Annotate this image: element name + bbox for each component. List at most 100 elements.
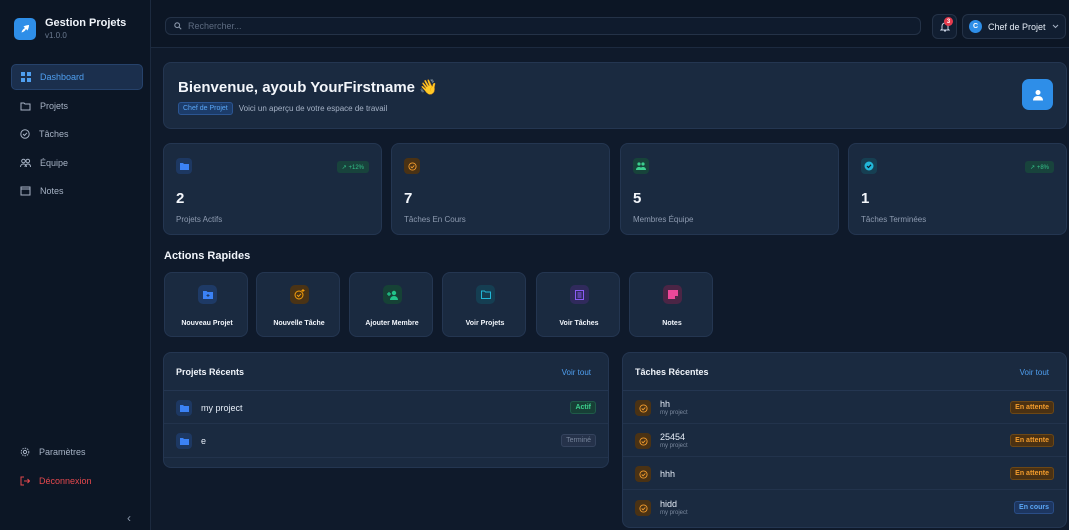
notification-button[interactable]: 3	[932, 14, 957, 39]
sidebar-item-equipe[interactable]: Équipe	[11, 150, 143, 176]
recent-tasks-panel: Tâches Récentes Voir tout hh my project …	[622, 352, 1067, 528]
check-circle-icon	[635, 433, 651, 449]
brand-title: Gestion Projets	[45, 17, 127, 29]
stat-value: 7	[404, 190, 413, 207]
action-label: Notes	[662, 320, 682, 327]
list-item[interactable]: e Terminé	[164, 424, 608, 458]
stat-card-projets-actifs[interactable]: ↗ +12% 2 Projets Actifs	[163, 143, 382, 235]
notes-button[interactable]: Notes	[629, 272, 713, 337]
status-badge: En attente	[1010, 467, 1054, 480]
task-name: hh	[660, 399, 671, 409]
notification-count-badge: 3	[944, 17, 953, 26]
stat-value: 1	[861, 190, 870, 207]
folder-icon	[176, 433, 192, 449]
welcome-banner: Bienvenue, ayoub YourFirstname 👋 Chef de…	[163, 62, 1067, 129]
new-task-button[interactable]: Nouvelle Tâche	[256, 272, 340, 337]
check-plus-icon	[290, 285, 309, 304]
brand[interactable]: Gestion Projets v1.0.0	[14, 14, 126, 41]
status-badge: En attente	[1010, 401, 1054, 414]
panel-header: Tâches Récentes Voir tout	[623, 353, 1066, 391]
project-name: e	[201, 436, 207, 446]
trend-badge: ↗ +12%	[336, 161, 369, 173]
sidebar-item-taches[interactable]: Tâches	[11, 121, 143, 147]
folder-icon	[476, 285, 495, 304]
status-badge: Actif	[570, 401, 596, 414]
action-label: Ajouter Membre	[365, 320, 419, 327]
note-icon	[20, 186, 31, 196]
project-name: my project	[201, 403, 243, 413]
search-input[interactable]	[188, 21, 888, 31]
folder-plus-icon	[198, 285, 217, 304]
user-plus-icon	[383, 285, 402, 304]
add-member-button[interactable]: Ajouter Membre	[349, 272, 433, 337]
stat-label: Membres Équipe	[633, 215, 694, 224]
rocket-icon	[14, 18, 36, 40]
action-label: Voir Tâches	[559, 320, 599, 327]
panel-title: Projets Récents	[176, 367, 245, 377]
collapse-sidebar-button[interactable]: ‹	[127, 511, 131, 525]
stat-card-membres-equipe[interactable]: 5 Membres Équipe	[620, 143, 839, 235]
check-circle-icon	[404, 158, 420, 174]
folder-icon	[176, 158, 192, 174]
task-name: hhh	[660, 469, 676, 479]
search-box[interactable]	[165, 17, 921, 35]
sidebar-item-dashboard[interactable]: Dashboard	[11, 64, 143, 90]
team-icon	[20, 158, 31, 167]
list-item[interactable]: hhh En attente	[623, 457, 1066, 490]
topbar: 3 C Chef de Projet	[151, 0, 1069, 48]
list-item[interactable]: hh my project En attente	[623, 391, 1066, 424]
task-project: my project	[660, 443, 688, 449]
stat-card-taches-terminees[interactable]: ↗ +8% 1 Tâches Terminées	[848, 143, 1067, 235]
sidebar-item-label: Projets	[40, 100, 69, 111]
folder-icon	[20, 102, 31, 110]
sidebar-nav: Dashboard Projets Tâches Équipe Notes	[11, 64, 143, 207]
user-icon	[1032, 89, 1043, 100]
logout-button[interactable]: Déconnexion	[11, 468, 143, 494]
logout-icon	[20, 476, 30, 486]
folder-icon	[176, 400, 192, 416]
status-badge: En cours	[1014, 501, 1054, 514]
sidebar-bottom: Paramètres Déconnexion	[11, 439, 143, 497]
check-circle-icon	[861, 158, 877, 174]
stat-value: 2	[176, 190, 185, 207]
welcome-subtitle: Voici un aperçu de votre espace de trava…	[238, 104, 388, 113]
user-role-label: Chef de Projet	[988, 21, 1046, 32]
panel-title: Tâches Récentes	[635, 367, 709, 377]
stat-label: Tâches En Cours	[404, 215, 466, 224]
stat-card-taches-en-cours[interactable]: 7 Tâches En Cours	[391, 143, 610, 235]
view-all-projects-link[interactable]: Voir tout	[562, 368, 591, 377]
sidebar-item-notes[interactable]: Notes	[11, 178, 143, 204]
stat-label: Projets Actifs	[176, 215, 223, 224]
note-icon	[663, 285, 682, 304]
sidebar-item-projets[interactable]: Projets	[11, 93, 143, 119]
stat-label: Tâches Terminées	[861, 215, 927, 224]
chevron-down-icon	[1052, 24, 1058, 29]
view-tasks-button[interactable]: Voir Tâches	[536, 272, 620, 337]
recent-projects-panel: Projets Récents Voir tout my project Act…	[163, 352, 609, 468]
role-badge: Chef de Projet	[178, 102, 233, 115]
list-item[interactable]: hidd my project En cours	[623, 490, 1066, 526]
sidebar-item-label: Équipe	[40, 157, 69, 168]
team-icon	[633, 158, 649, 174]
list-item[interactable]: 25454 my project En attente	[623, 424, 1066, 457]
trend-badge: ↗ +8%	[1025, 161, 1054, 173]
view-projects-button[interactable]: Voir Projets	[442, 272, 526, 337]
check-circle-icon	[635, 466, 651, 482]
list-item[interactable]: my project Actif	[164, 391, 608, 424]
view-all-tasks-link[interactable]: Voir tout	[1020, 368, 1049, 377]
check-circle-icon	[635, 400, 651, 416]
quick-actions-title: Actions Rapides	[164, 250, 251, 262]
check-circle-icon	[20, 129, 30, 139]
action-label: Nouvelle Tâche	[273, 320, 325, 327]
list-icon	[570, 285, 589, 304]
status-badge: Terminé	[561, 434, 596, 447]
profile-avatar-button[interactable]	[1022, 79, 1053, 110]
sidebar-item-label: Paramètres	[39, 447, 86, 457]
logout-label: Déconnexion	[39, 476, 92, 486]
sidebar-item-label: Notes	[40, 186, 64, 196]
new-project-button[interactable]: Nouveau Projet	[164, 272, 248, 337]
sidebar: Gestion Projets v1.0.0 Dashboard Projets…	[0, 0, 151, 530]
sidebar-item-settings[interactable]: Paramètres	[11, 439, 143, 465]
action-label: Voir Projets	[465, 320, 505, 327]
user-menu[interactable]: C Chef de Projet	[962, 14, 1066, 39]
